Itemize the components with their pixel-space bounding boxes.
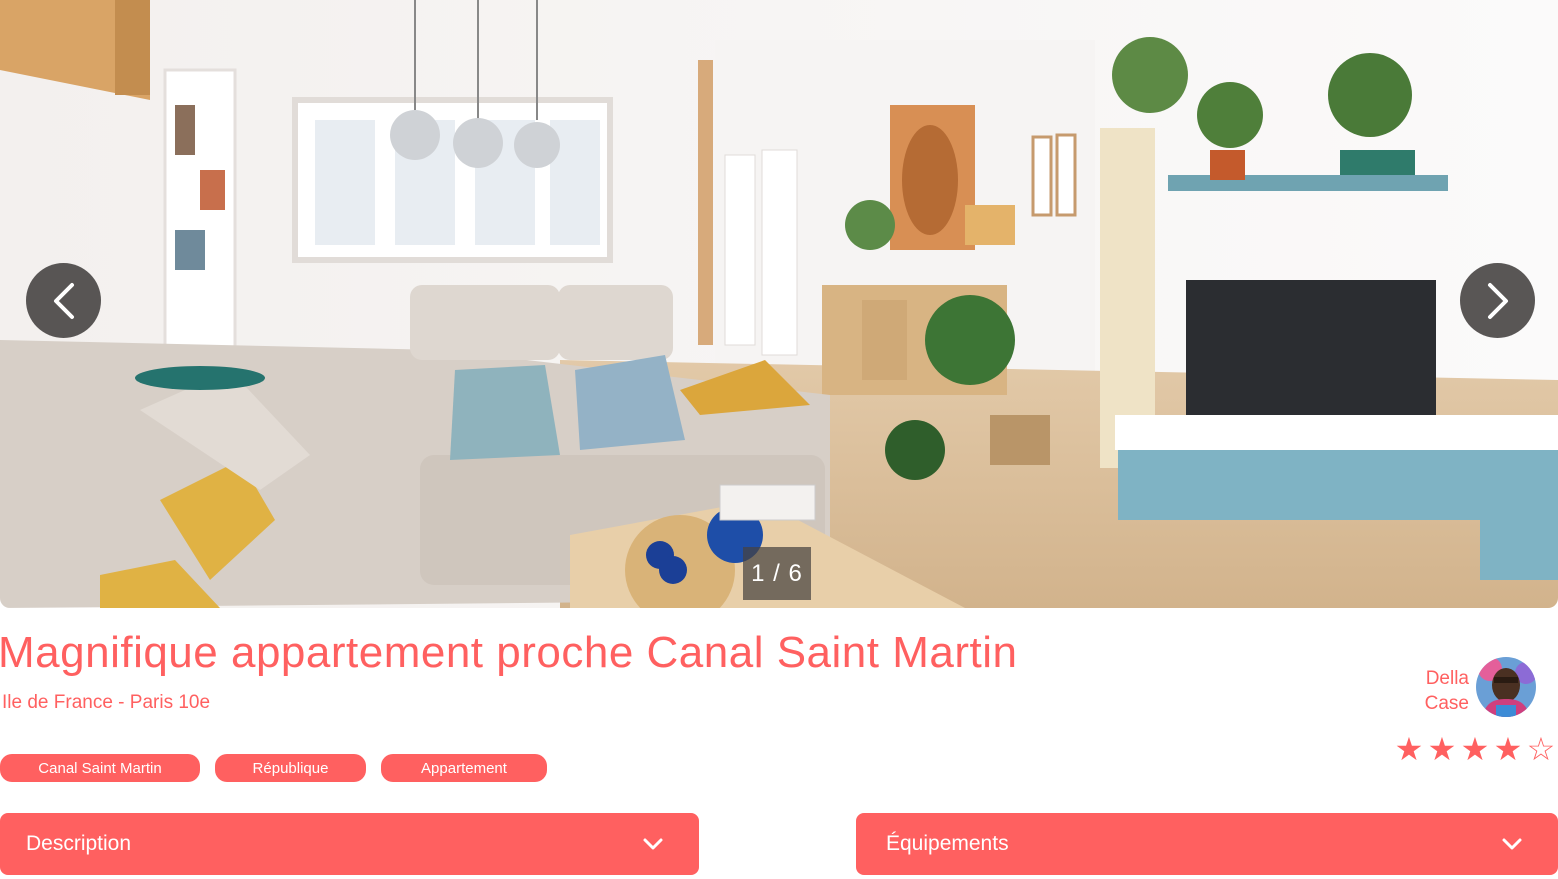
equipments-label: Équipements	[886, 832, 1009, 855]
apartment-photo	[0, 0, 1558, 608]
tag: République	[215, 754, 366, 782]
tag: Appartement	[381, 754, 547, 782]
carousel-next-button[interactable]	[1460, 263, 1535, 338]
rating: ★ ★ ★ ★ ☆	[1394, 732, 1556, 766]
photo-counter: 1 / 6	[743, 547, 811, 600]
photo-carousel: 1 / 6	[0, 0, 1558, 608]
star-filled-icon: ★	[1493, 730, 1523, 768]
tag: Canal Saint Martin	[0, 754, 200, 782]
chevron-down-icon	[641, 832, 665, 856]
host-first-name: Della	[1425, 668, 1469, 689]
tag-list: Canal Saint Martin République Appartemen…	[0, 754, 547, 782]
listing-location: Ile de France - Paris 10e	[2, 692, 211, 713]
star-filled-icon: ★	[1460, 730, 1490, 768]
description-label: Description	[26, 832, 132, 855]
page-title: Magnifique appartement proche Canal Sain…	[0, 628, 1018, 677]
carousel-prev-button[interactable]	[26, 263, 101, 338]
star-filled-icon: ★	[1394, 730, 1424, 768]
listing-page: 1 / 6 Magnifique appartement proche Cana…	[0, 0, 1558, 879]
star-empty-icon: ☆	[1526, 730, 1556, 768]
star-filled-icon: ★	[1427, 730, 1457, 768]
chevron-down-icon	[1500, 832, 1524, 856]
host-name: Della Case	[1405, 666, 1469, 716]
chevron-left-icon	[53, 282, 74, 319]
host-last-name: Case	[1424, 693, 1469, 714]
description-collapse[interactable]: Description	[0, 813, 699, 875]
avatar	[1476, 657, 1536, 717]
equipments-collapse[interactable]: Équipements	[856, 813, 1558, 875]
host-info: Della Case	[1405, 656, 1555, 718]
chevron-right-icon	[1487, 282, 1508, 319]
